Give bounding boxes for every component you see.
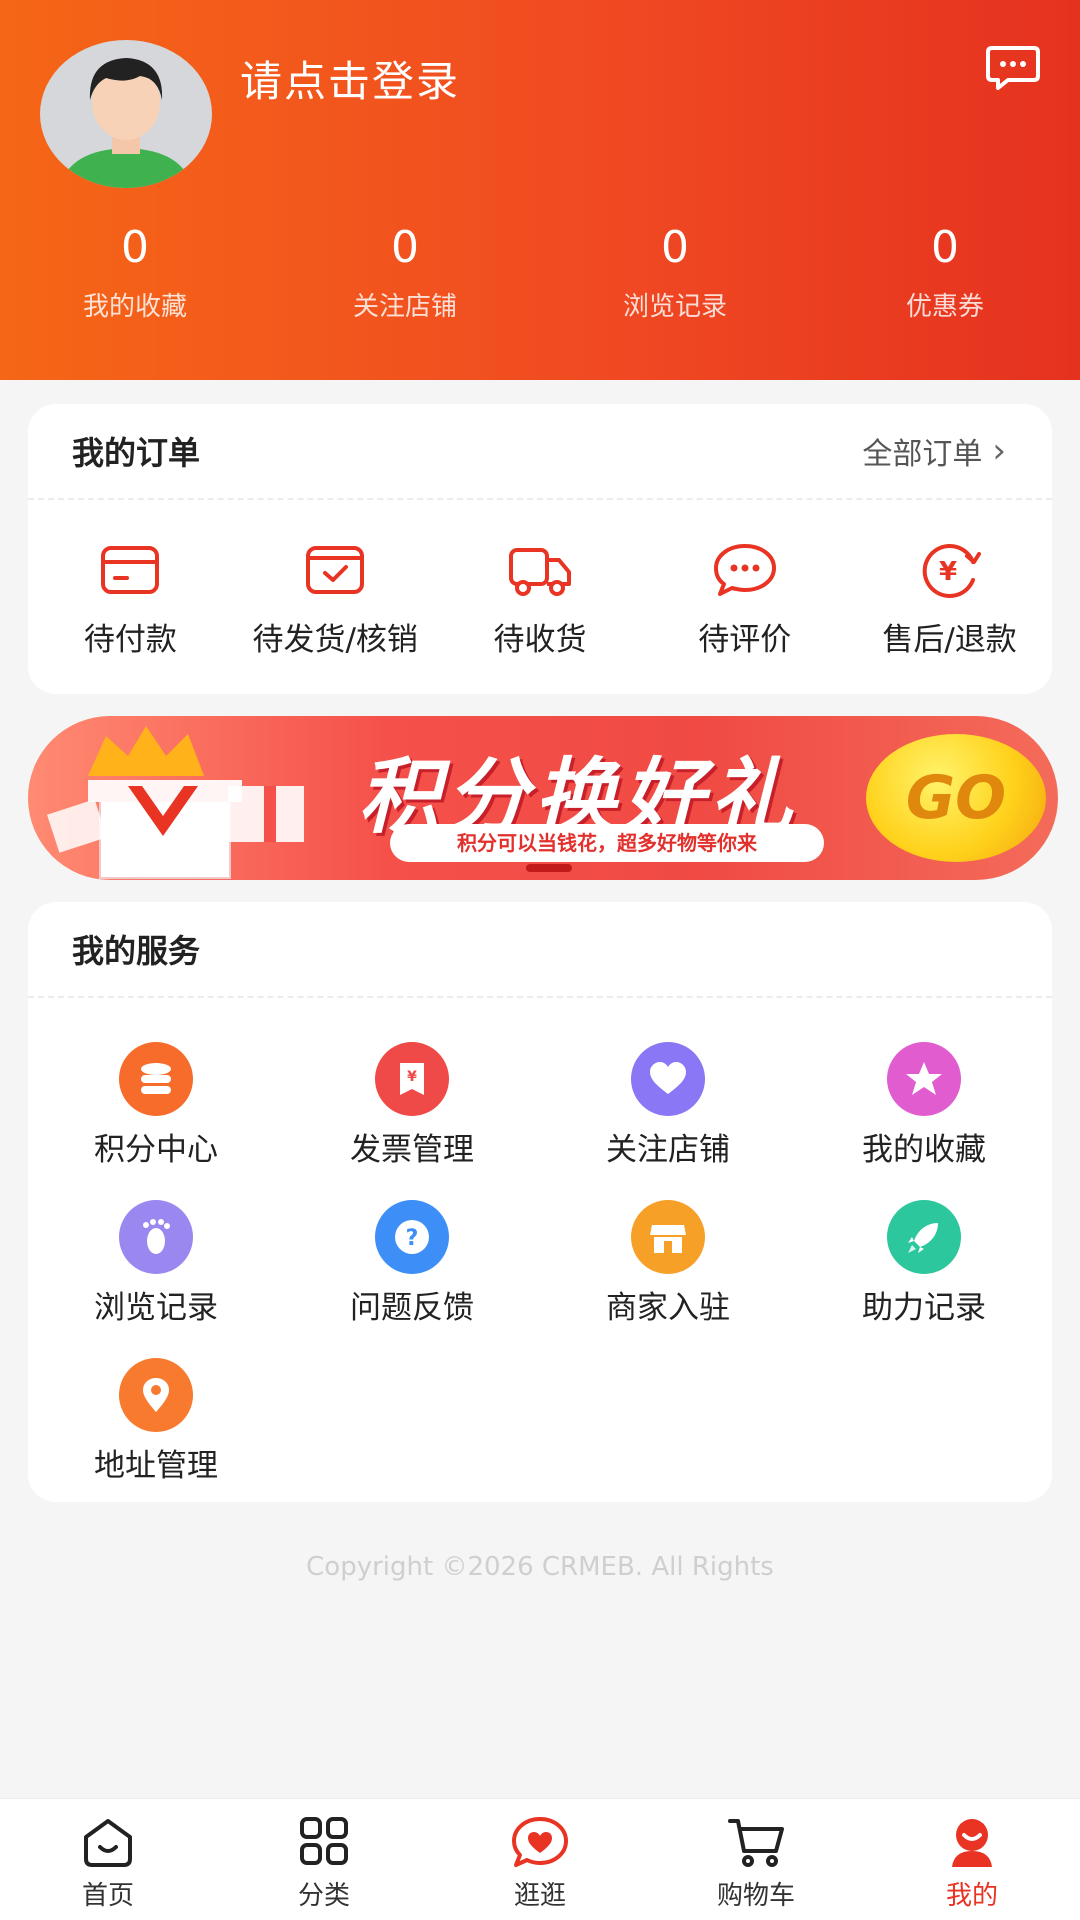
service-merchant-join[interactable]: 商家入驻: [540, 1188, 796, 1346]
all-orders-link[interactable]: 全部订单 ›: [862, 429, 1006, 473]
services-card: 我的服务 积分中心 ¥ 发票管理 关注店铺 我的收藏 浏览记录 ? 问题反馈 商…: [28, 902, 1052, 1502]
stat-coupons[interactable]: 0 优惠券: [810, 220, 1080, 323]
service-address[interactable]: 地址管理: [28, 1346, 284, 1504]
stat-value: 0: [391, 222, 419, 273]
tab-label: 分类: [297, 1881, 350, 1911]
invoice-icon: ¥: [375, 1042, 449, 1116]
order-pending-review[interactable]: 待评价: [643, 540, 847, 659]
service-browse-history[interactable]: 浏览记录: [28, 1188, 284, 1346]
all-orders-label: 全部订单: [862, 437, 983, 472]
banner-pagination-dot: [526, 864, 572, 872]
tab-label: 逛逛: [513, 1881, 566, 1911]
service-label: 关注店铺: [606, 1132, 730, 1168]
service-favorites[interactable]: 我的收藏: [796, 1030, 1052, 1188]
orders-card-header: 我的订单 全部订单 ›: [28, 404, 1052, 500]
footprint-icon: [119, 1200, 193, 1274]
rocket-icon: [887, 1200, 961, 1274]
service-label: 问题反馈: [350, 1290, 474, 1326]
stat-history[interactable]: 0 浏览记录: [540, 220, 810, 323]
service-label: 我的收藏: [862, 1132, 986, 1168]
service-points-center[interactable]: 积分中心: [28, 1030, 284, 1188]
stat-followed-stores[interactable]: 0 关注店铺: [270, 220, 540, 323]
location-icon: [119, 1358, 193, 1432]
tab-explore[interactable]: 逛逛: [432, 1799, 648, 1920]
tab-mine[interactable]: 我的: [864, 1799, 1080, 1920]
package-check-icon: [306, 546, 365, 594]
order-pending-payment[interactable]: 待付款: [28, 540, 232, 659]
service-label: 发票管理: [350, 1132, 474, 1168]
services-card-header: 我的服务: [28, 902, 1052, 998]
tab-label: 购物车: [716, 1881, 795, 1911]
tab-cart[interactable]: 购物车: [648, 1799, 864, 1920]
service-feedback[interactable]: ? 问题反馈: [284, 1188, 540, 1346]
order-after-sales[interactable]: ¥ 售后/退款: [848, 540, 1052, 659]
order-status-label: 售后/退款: [882, 622, 1017, 658]
coins-icon: [119, 1042, 193, 1116]
order-status-label: 待发货/核销: [252, 622, 418, 658]
order-pending-shipment[interactable]: 待发货/核销: [233, 540, 437, 659]
gift-box-icon: [47, 726, 304, 879]
tab-category[interactable]: 分类: [216, 1799, 432, 1920]
heart-icon: [631, 1042, 705, 1116]
svg-text:?: ?: [406, 1226, 419, 1251]
tab-label: 我的: [945, 1881, 998, 1911]
svg-text:¥: ¥: [939, 557, 957, 587]
question-icon: ?: [375, 1200, 449, 1274]
stat-label: 优惠券: [905, 292, 984, 322]
svg-text:¥: ¥: [407, 1069, 417, 1085]
wallet-icon: [101, 546, 160, 594]
orders-card: 我的订单 全部订单 › 待付款 待发货/核销 待收货 待评价 ¥ 售后/退款: [28, 404, 1052, 694]
stat-label: 浏览记录: [622, 292, 727, 322]
points-exchange-banner[interactable]: 积分换好礼 积分可以当钱花，超多好物等你来 GO: [28, 716, 1058, 880]
services-grid: 积分中心 ¥ 发票管理 关注店铺 我的收藏 浏览记录 ? 问题反馈 商家入驻 助…: [28, 998, 1052, 1504]
avatar[interactable]: [40, 40, 212, 188]
truck-icon: [508, 548, 571, 596]
stat-value: 0: [661, 222, 689, 273]
comment-icon: [713, 544, 776, 596]
order-pending-receipt[interactable]: 待收货: [438, 540, 642, 659]
service-label: 积分中心: [94, 1132, 218, 1168]
bottom-tab-bar: 首页 分类 逛逛 购物车 我的: [0, 1798, 1080, 1920]
cart-icon: [728, 1819, 784, 1867]
login-prompt[interactable]: 请点击登录: [240, 48, 460, 109]
banner-subtitle: 积分可以当钱花，超多好物等你来: [390, 824, 824, 862]
store-icon: [631, 1200, 705, 1274]
service-label: 浏览记录: [94, 1290, 218, 1326]
banner-go-button[interactable]: GO: [866, 734, 1046, 862]
services-title: 我的服务: [72, 932, 201, 970]
stats-row: 0 我的收藏 0 关注店铺 0 浏览记录 0 优惠券: [0, 220, 1080, 323]
grid-icon: [300, 1817, 348, 1865]
profile-icon: [952, 1819, 992, 1867]
tab-label: 首页: [81, 1881, 134, 1911]
copyright-text: Copyright ©2026 CRMEB. All Rights: [306, 1552, 774, 1582]
stat-label: 我的收藏: [82, 292, 187, 322]
service-followed-stores[interactable]: 关注店铺: [540, 1030, 796, 1188]
home-icon: [84, 1819, 132, 1867]
order-status-row: 待付款 待发货/核销 待收货 待评价 ¥ 售后/退款: [28, 500, 1052, 659]
order-status-label: 待收货: [493, 622, 587, 658]
service-label: 商家入驻: [606, 1290, 730, 1326]
heart-chat-icon: [512, 1817, 568, 1867]
service-label: 地址管理: [94, 1448, 218, 1484]
service-boost-records[interactable]: 助力记录: [796, 1188, 1052, 1346]
stat-value: 0: [121, 222, 149, 273]
service-label: 助力记录: [862, 1290, 986, 1326]
order-status-label: 待付款: [83, 622, 177, 658]
yen-refund-icon: ¥: [922, 544, 981, 598]
tab-home[interactable]: 首页: [0, 1799, 216, 1920]
order-status-label: 待评价: [698, 622, 792, 658]
service-invoice[interactable]: ¥ 发票管理: [284, 1030, 540, 1188]
star-icon: [887, 1042, 961, 1116]
stat-label: 关注店铺: [352, 292, 457, 322]
chevron-right-icon: ›: [992, 431, 1006, 471]
message-icon[interactable]: [986, 44, 1040, 92]
orders-title: 我的订单: [72, 434, 201, 472]
stat-value: 0: [931, 222, 959, 273]
profile-header: 请点击登录 0 我的收藏 0 关注店铺 0 浏览记录 0 优惠券: [0, 0, 1080, 380]
stat-favorites[interactable]: 0 我的收藏: [0, 220, 270, 323]
